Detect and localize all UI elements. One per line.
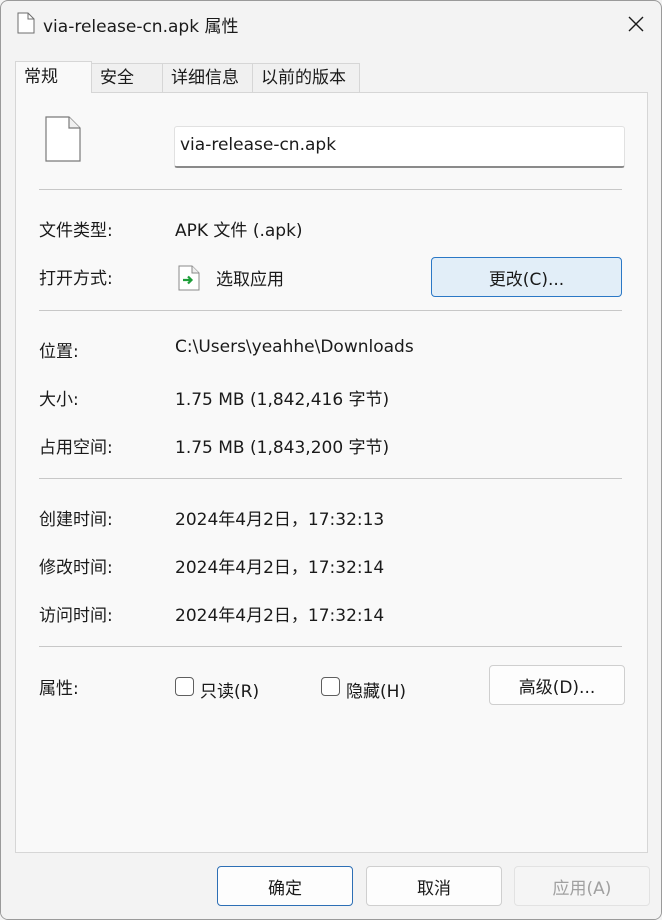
document-icon bbox=[17, 12, 35, 34]
created-label: 创建时间: bbox=[39, 510, 113, 530]
dialog-footer: 确定 取消 应用(A) bbox=[1, 853, 661, 919]
advanced-button[interactable]: 高级(D)... bbox=[489, 665, 625, 705]
open-with-value: 选取应用 bbox=[216, 270, 284, 290]
modified-label: 修改时间: bbox=[39, 558, 113, 578]
accessed-label: 访问时间: bbox=[39, 606, 113, 626]
close-icon bbox=[628, 16, 644, 32]
readonly-checkbox[interactable] bbox=[175, 677, 194, 696]
readonly-label[interactable]: 只读(R) bbox=[200, 677, 259, 702]
size-value: 1.75 MB (1,842,416 字节) bbox=[175, 390, 390, 410]
tab-strip: 常规 安全 详细信息 以前的版本 bbox=[15, 61, 360, 93]
divider bbox=[39, 310, 622, 311]
file-type-label: 文件类型: bbox=[39, 221, 113, 241]
hidden-checkbox[interactable] bbox=[321, 677, 340, 696]
ok-button[interactable]: 确定 bbox=[217, 866, 353, 906]
window-title: via-release-cn.apk 属性 bbox=[43, 17, 239, 37]
tab-previous-versions[interactable]: 以前的版本 bbox=[252, 63, 360, 93]
size-on-disk-label: 占用空间: bbox=[39, 438, 113, 458]
divider bbox=[39, 646, 622, 647]
location-value: C:\Users\yeahhe\Downloads bbox=[175, 337, 414, 357]
title-bar: via-release-cn.apk 属性 bbox=[1, 1, 661, 47]
size-on-disk-value: 1.75 MB (1,843,200 字节) bbox=[175, 438, 390, 458]
change-button[interactable]: 更改(C)... bbox=[431, 257, 622, 297]
modified-value: 2024年4月2日，17:32:14 bbox=[175, 558, 385, 578]
accessed-value: 2024年4月2日，17:32:14 bbox=[175, 606, 385, 626]
created-value: 2024年4月2日，17:32:13 bbox=[175, 510, 385, 530]
app-arrow-icon bbox=[178, 265, 200, 291]
attributes-label: 属性: bbox=[39, 679, 79, 699]
tab-general[interactable]: 常规 bbox=[15, 61, 92, 93]
file-name-input[interactable] bbox=[174, 126, 625, 168]
file-type-value: APK 文件 (.apk) bbox=[175, 221, 303, 241]
general-panel bbox=[15, 92, 648, 853]
divider bbox=[39, 189, 622, 190]
tab-details[interactable]: 详细信息 bbox=[162, 63, 253, 93]
close-button[interactable] bbox=[613, 7, 659, 41]
location-label: 位置: bbox=[39, 342, 79, 362]
apply-button[interactable]: 应用(A) bbox=[514, 866, 650, 906]
properties-dialog: via-release-cn.apk 属性 常规 安全 详细信息 以前的版本 文… bbox=[0, 0, 662, 920]
document-icon bbox=[45, 116, 81, 162]
size-label: 大小: bbox=[39, 390, 79, 410]
hidden-label[interactable]: 隐藏(H) bbox=[346, 677, 406, 702]
divider bbox=[39, 478, 622, 479]
tab-security[interactable]: 安全 bbox=[91, 63, 163, 93]
open-with-label: 打开方式: bbox=[39, 269, 113, 289]
cancel-button[interactable]: 取消 bbox=[366, 866, 502, 906]
